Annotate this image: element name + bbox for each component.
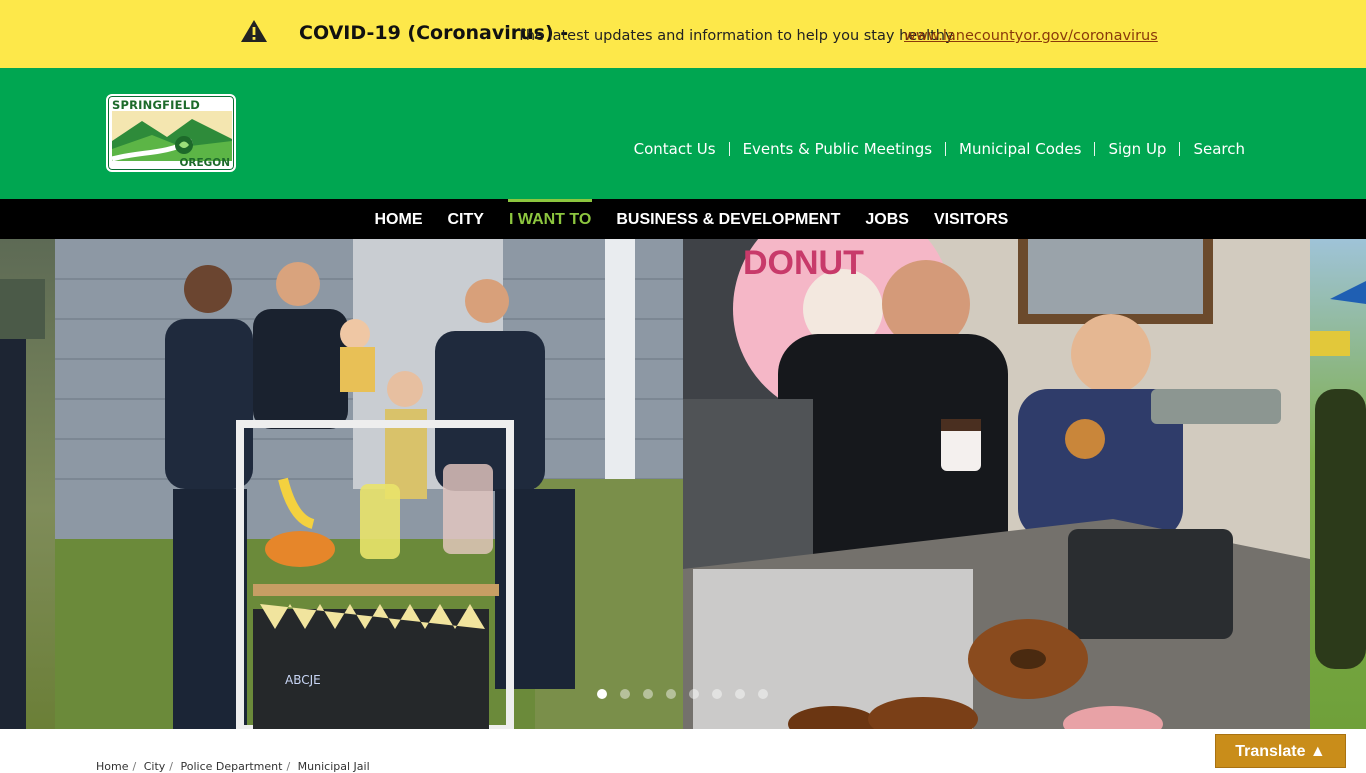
slider-pagination bbox=[597, 689, 768, 699]
logo-bottom-text: OREGON bbox=[179, 157, 230, 169]
slider-dot-4[interactable] bbox=[666, 689, 676, 699]
lemonade-stand-image: ABCJE bbox=[55, 239, 683, 729]
breadcrumb-city[interactable]: City bbox=[144, 760, 166, 773]
sign-up-link[interactable]: Sign Up bbox=[1094, 142, 1179, 157]
logo-landscape-icon bbox=[112, 111, 232, 161]
nav-i-want-to[interactable]: I WANT TO bbox=[496, 199, 603, 239]
nav-visitors[interactable]: VISITORS bbox=[921, 199, 1020, 239]
alert-text: The latest updates and information to he… bbox=[517, 28, 957, 44]
slider-dot-6[interactable] bbox=[712, 689, 722, 699]
slide-donut-photo: DONUT bbox=[683, 239, 1310, 729]
slider-dot-2[interactable] bbox=[620, 689, 630, 699]
breadcrumb-home[interactable]: Home bbox=[96, 760, 128, 773]
municipal-codes-link[interactable]: Municipal Codes bbox=[945, 142, 1094, 157]
main-nav: HOME CITY I WANT TO BUSINESS & DEVELOPME… bbox=[0, 199, 1366, 239]
alert-banner: COVID-19 (Coronavirus) - The latest upda… bbox=[0, 0, 1366, 68]
svg-text:DONUT: DONUT bbox=[743, 244, 864, 282]
park-photo-right bbox=[1310, 281, 1366, 669]
officer-photo-left bbox=[0, 279, 45, 729]
slide-next-peek[interactable] bbox=[1310, 239, 1366, 729]
search-link[interactable]: Search bbox=[1179, 142, 1258, 157]
nav-home[interactable]: HOME bbox=[362, 199, 435, 239]
contact-us-link[interactable]: Contact Us bbox=[621, 142, 729, 157]
translate-button[interactable]: Translate ▲ bbox=[1215, 734, 1346, 768]
springfield-logo[interactable]: SPRINGFIELD OREGON bbox=[106, 94, 236, 172]
breadcrumb-police-department[interactable]: Police Department bbox=[180, 760, 282, 773]
slider-dot-5[interactable] bbox=[689, 689, 699, 699]
donut-shop-image: DONUT bbox=[683, 239, 1310, 729]
slide-previous-peek[interactable] bbox=[0, 239, 55, 729]
slider-dot-1[interactable] bbox=[597, 689, 607, 699]
nav-business-development[interactable]: BUSINESS & DEVELOPMENT bbox=[604, 199, 853, 239]
coronavirus-link[interactable]: www.lanecountyor.gov/coronavirus bbox=[904, 28, 1158, 44]
nav-city[interactable]: CITY bbox=[435, 199, 496, 239]
svg-text:ABCJE: ABCJE bbox=[285, 673, 321, 687]
slide-lemonade-stand-photo: ABCJE bbox=[55, 239, 683, 729]
slider-dot-8[interactable] bbox=[758, 689, 768, 699]
events-public-meetings-link[interactable]: Events & Public Meetings bbox=[728, 142, 945, 157]
warning-icon bbox=[241, 20, 267, 42]
logo-top-text: SPRINGFIELD bbox=[112, 98, 200, 112]
slider-dot-7[interactable] bbox=[735, 689, 745, 699]
hero-slider[interactable]: ABCJE DONUT bbox=[0, 239, 1366, 729]
nav-jobs[interactable]: JOBS bbox=[853, 199, 922, 239]
breadcrumb-current: Municipal Jail bbox=[297, 760, 370, 773]
breadcrumb: Home / City / Police Department / Municipal… bbox=[96, 760, 370, 773]
site-header: SPRINGFIELD OREGON Contact Us Events & P… bbox=[0, 68, 1366, 199]
slider-dot-3[interactable] bbox=[643, 689, 653, 699]
utility-nav: Contact Us Events & Public Meetings Muni… bbox=[621, 142, 1258, 157]
